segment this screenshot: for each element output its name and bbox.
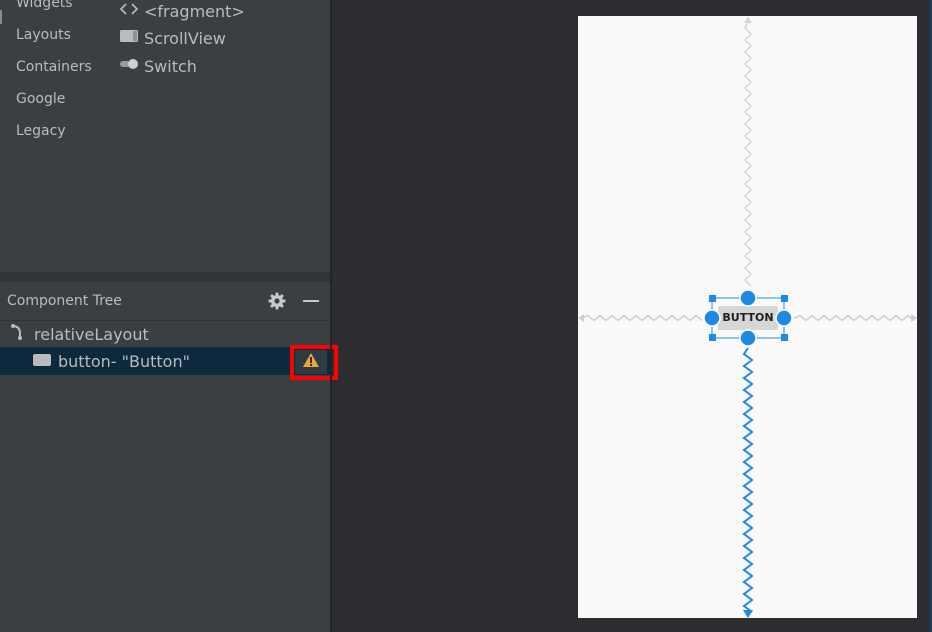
palette-category-legacy[interactable]: Legacy	[16, 123, 66, 139]
constraint-spring-right	[793, 314, 917, 322]
panel-splitter[interactable]	[0, 272, 330, 282]
tree-item-label: button	[58, 351, 111, 371]
tree-item-relative-layout[interactable]: relativeLayout	[0, 320, 330, 348]
palette-item-scrollview[interactable]: ScrollView	[119, 28, 226, 48]
gear-icon[interactable]	[268, 292, 286, 310]
resize-handle-top-left	[709, 295, 716, 302]
palette-item-switch[interactable]: Switch	[119, 56, 197, 76]
palette-category-widgets[interactable]: Widgets	[16, 0, 73, 11]
resize-handle-bottom-left	[709, 334, 716, 341]
palette-item-label: ScrollView	[144, 28, 226, 48]
palette-category-google[interactable]: Google	[16, 91, 65, 107]
anchor-top	[739, 289, 757, 307]
resize-handle-top-right	[781, 295, 788, 302]
palette-category-containers[interactable]: Containers	[16, 59, 92, 75]
code-brackets-icon	[119, 1, 139, 21]
palette-items: <fragment> ScrollView Switch	[112, 0, 330, 272]
tree-item-text: - "Button"	[110, 351, 190, 371]
constraint-spring-top	[743, 16, 753, 287]
palette-item-label: <fragment>	[144, 1, 245, 21]
palette-item-label: Switch	[144, 56, 197, 76]
resize-handle-bottom-right	[781, 334, 788, 341]
warning-icon[interactable]	[302, 352, 320, 372]
left-panel: Widgets Layouts Containers Google Legacy…	[0, 0, 330, 632]
palette-category-layouts[interactable]: Layouts	[16, 27, 71, 43]
minimize-icon[interactable]	[303, 300, 319, 302]
constraint-spring-left	[578, 314, 703, 322]
panel-divider[interactable]	[330, 0, 332, 632]
anchor-bottom	[739, 329, 757, 347]
constraint-spring-bottom[interactable]	[742, 347, 754, 618]
scrollview-icon	[119, 28, 139, 48]
design-button-label: BUTTON	[722, 311, 774, 324]
palette-item-fragment[interactable]: <fragment>	[119, 1, 245, 21]
button-widget-icon	[33, 352, 51, 371]
component-tree-header: Component Tree	[0, 282, 330, 321]
switch-icon	[119, 56, 139, 76]
component-tree-title: Component Tree	[7, 293, 122, 309]
relative-layout-icon	[10, 323, 28, 345]
tree-item-label: relativeLayout	[34, 324, 149, 344]
palette-categories: Widgets Layouts Containers Google Legacy	[0, 0, 112, 272]
tree-item-button[interactable]: button - "Button"	[0, 347, 330, 375]
